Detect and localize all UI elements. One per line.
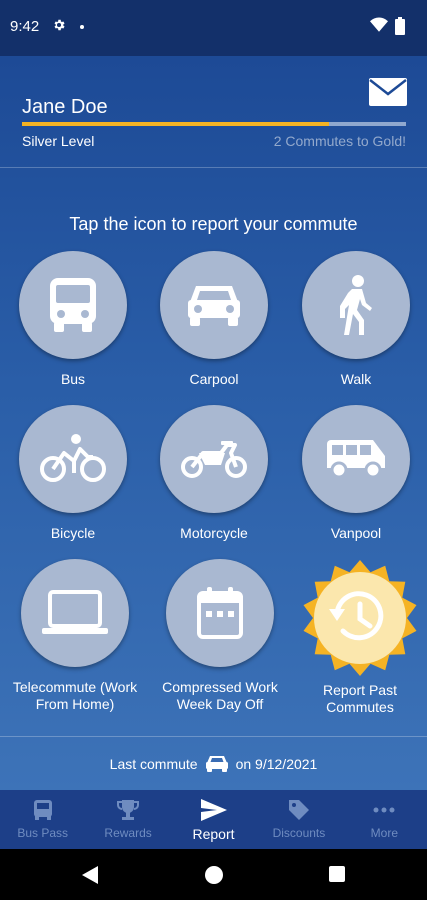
- nav-more[interactable]: More: [342, 790, 427, 849]
- recents-icon[interactable]: [329, 866, 345, 882]
- mode-circle[interactable]: [19, 405, 127, 513]
- battery-icon: [395, 17, 405, 35]
- level-label: Silver Level: [22, 133, 95, 149]
- send-icon: [200, 799, 227, 821]
- mode-label: Telecommute (Work From Home): [12, 679, 138, 712]
- mode-label: Motorcycle: [180, 525, 248, 541]
- nav-rewards[interactable]: Rewards: [85, 790, 170, 849]
- mode-walk-button[interactable]: Walk: [281, 251, 427, 388]
- mail-icon[interactable]: [369, 78, 407, 106]
- mode-vanpool-button[interactable]: Vanpool: [281, 405, 427, 542]
- nav-label: Bus Pass: [17, 826, 69, 840]
- walk-icon: [340, 275, 372, 335]
- mode-circle[interactable]: [166, 559, 274, 667]
- mode-label: Bus: [60, 371, 86, 387]
- mode-label: Walk: [340, 371, 372, 387]
- car-icon: [188, 286, 240, 326]
- nav-bus-pass[interactable]: Bus Pass: [0, 790, 85, 849]
- wifi-icon: [370, 17, 388, 32]
- bus-icon: [33, 800, 52, 820]
- mode-label: Compressed Work Week Day Off: [162, 679, 278, 712]
- status-time: 9:42: [10, 18, 40, 35]
- bicycle-icon: [40, 434, 106, 482]
- level-progress-bar: [22, 122, 406, 126]
- mode-circle[interactable]: [160, 405, 268, 513]
- nav-report[interactable]: Report: [171, 790, 256, 849]
- gear-icon: [54, 19, 65, 31]
- van-icon: [327, 440, 385, 479]
- last-commute-bar: Last commute on 9/12/2021: [0, 736, 427, 790]
- report-past-label: Report Past Commutes: [323, 682, 397, 715]
- home-icon[interactable]: [205, 866, 223, 884]
- motorcycle-icon: [181, 441, 247, 478]
- last-commute-date: on 9/12/2021: [235, 755, 318, 772]
- nav-label: More: [370, 826, 398, 840]
- system-nav-bar: [0, 849, 427, 900]
- mode-bicycle-button[interactable]: Bicycle: [0, 405, 148, 542]
- mode-label: Carpool: [189, 371, 239, 387]
- mode-label: Bicycle: [50, 525, 96, 541]
- notification-dot: [80, 25, 84, 29]
- laptop-icon: [42, 590, 108, 634]
- calendar-icon: [197, 587, 243, 639]
- nav-label: Rewards: [104, 826, 152, 840]
- level-progress-fill: [22, 122, 330, 126]
- back-icon[interactable]: [82, 866, 98, 884]
- mode-motorcycle-button[interactable]: Motorcycle: [139, 405, 289, 542]
- history-icon[interactable]: [295, 559, 425, 677]
- nav-discounts[interactable]: Discounts: [256, 790, 341, 849]
- report-prompt: Tap the icon to report your commute: [69, 214, 358, 234]
- report-screen: Jane Doe Silver Level 2 Commutes to Gold…: [0, 56, 427, 790]
- mode-circle[interactable]: [21, 559, 129, 667]
- trophy-icon: [117, 800, 140, 820]
- mode-bus-button[interactable]: Bus: [0, 251, 148, 388]
- mode-label: Vanpool: [330, 525, 382, 541]
- car-icon: [205, 755, 228, 772]
- level-goal: 2 Commutes to Gold!: [273, 133, 406, 149]
- bus-icon: [50, 278, 96, 332]
- mode-telecommute-button[interactable]: Telecommute (Work From Home): [0, 559, 150, 713]
- user-name: Jane Doe: [22, 96, 108, 118]
- profile-header: Jane Doe Silver Level 2 Commutes to Gold…: [0, 56, 427, 168]
- more-icon: [373, 807, 395, 813]
- mode-circle[interactable]: [19, 251, 127, 359]
- nav-label: Report: [192, 826, 235, 842]
- mode-circle[interactable]: [302, 251, 410, 359]
- mode-compressed-week-button[interactable]: Compressed Work Week Day Off: [145, 559, 295, 713]
- mode-circle[interactable]: [160, 251, 268, 359]
- mode-circle[interactable]: [302, 405, 410, 513]
- bottom-nav: Bus Pass Rewards Report Discounts More: [0, 790, 427, 849]
- mode-carpool-button[interactable]: Carpool: [139, 251, 289, 388]
- nav-label: Discounts: [272, 826, 326, 840]
- last-commute-label: Last commute: [109, 755, 198, 772]
- tag-icon: [288, 800, 309, 820]
- status-bar: 9:42: [0, 0, 427, 56]
